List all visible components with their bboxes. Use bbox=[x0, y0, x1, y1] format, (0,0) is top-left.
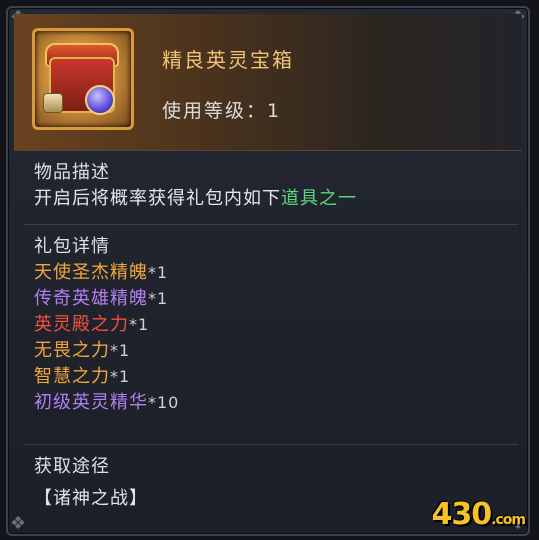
contents-item: 传奇英雄精魄*1 bbox=[34, 286, 179, 312]
divider bbox=[24, 444, 518, 445]
contents-item-qty: *1 bbox=[129, 315, 150, 334]
divider bbox=[24, 224, 518, 225]
contents-item-name: 无畏之力 bbox=[34, 340, 110, 361]
contents-heading: 礼包详情 bbox=[34, 236, 110, 257]
item-tooltip-panel: ❖ ❖ ❖ ❖ 精良英灵宝箱 使用等级：1 物品描述 开启后将概率获得礼包内如下… bbox=[6, 6, 530, 536]
item-header: 精良英灵宝箱 使用等级：1 bbox=[14, 14, 522, 151]
corner-ornament-icon: ❖ bbox=[10, 513, 27, 534]
treasure-chest-icon bbox=[32, 28, 134, 130]
contents-item: 英灵殿之力*1 bbox=[34, 312, 179, 338]
contents-item-qty: *1 bbox=[110, 341, 131, 360]
watermark-suffix: .com bbox=[491, 512, 526, 528]
site-watermark-logo: 430.com bbox=[431, 497, 526, 532]
contents-item-name: 英灵殿之力 bbox=[34, 314, 129, 335]
contents-item-qty: *1 bbox=[110, 367, 131, 386]
source-text: 【诸神之战】 bbox=[34, 488, 148, 509]
source-section: 获取途径 【诸神之战】 bbox=[34, 454, 148, 512]
contents-section: 礼包详情 天使圣杰精魄*1 传奇英雄精魄*1 英灵殿之力*1 无畏之力*1 智慧之力*1… bbox=[34, 234, 179, 416]
contents-list: 天使圣杰精魄*1 传奇英雄精魄*1 英灵殿之力*1 无畏之力*1 智慧之力*1 初级英灵精… bbox=[34, 260, 179, 416]
lock-icon bbox=[43, 93, 63, 113]
source-heading: 获取途径 bbox=[34, 456, 110, 477]
description-section: 物品描述 开启后将概率获得礼包内如下道具之一 bbox=[34, 160, 357, 212]
watermark-text: 430 bbox=[431, 497, 493, 532]
contents-item: 智慧之力*1 bbox=[34, 364, 179, 390]
contents-item-name: 传奇英雄精魄 bbox=[34, 288, 148, 309]
gem-icon bbox=[85, 85, 115, 115]
contents-item-name: 天使圣杰精魄 bbox=[34, 262, 148, 283]
contents-item-qty: *1 bbox=[148, 289, 169, 308]
contents-item-name: 智慧之力 bbox=[34, 366, 110, 387]
contents-item-qty: *1 bbox=[148, 263, 169, 282]
contents-item: 初级英灵精华*10 bbox=[34, 390, 179, 416]
contents-item-qty: *10 bbox=[148, 393, 180, 412]
description-prefix: 开启后将概率获得礼包内如下 bbox=[34, 188, 281, 209]
description-text: 开启后将概率获得礼包内如下道具之一 bbox=[34, 186, 357, 212]
contents-item: 无畏之力*1 bbox=[34, 338, 179, 364]
use-level: 使用等级：1 bbox=[162, 100, 282, 122]
contents-item-name: 初级英灵精华 bbox=[34, 392, 148, 413]
item-name: 精良英灵宝箱 bbox=[162, 48, 294, 72]
contents-item: 天使圣杰精魄*1 bbox=[34, 260, 179, 286]
description-highlight: 道具之一 bbox=[281, 188, 357, 209]
description-heading: 物品描述 bbox=[34, 162, 110, 183]
